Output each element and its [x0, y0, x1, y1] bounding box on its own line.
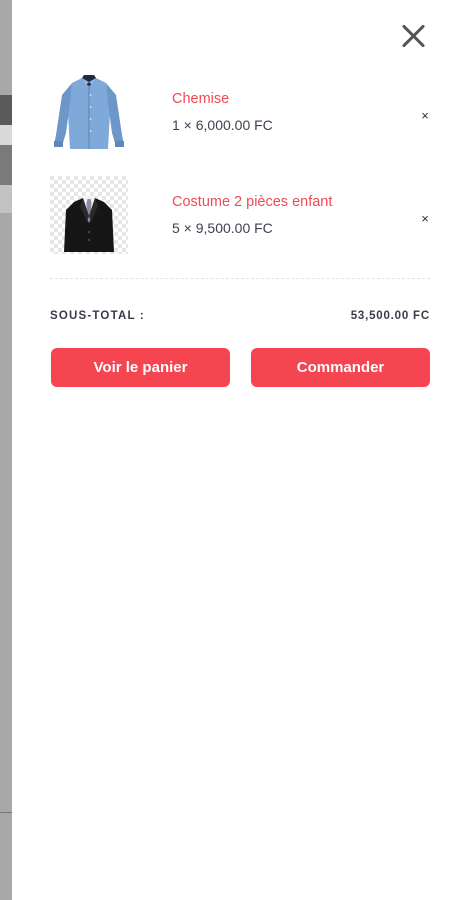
- close-icon[interactable]: [398, 20, 430, 52]
- cart-item: Costume 2 pièces enfant 5 × 9,500.00 FC …: [50, 176, 432, 256]
- subtotal-value: 53,500.00 FC: [350, 310, 430, 322]
- item-quantity-price: 1 × 6,000.00 FC: [172, 117, 273, 133]
- item-name[interactable]: Chemise: [172, 91, 229, 107]
- divider: [50, 278, 430, 279]
- remove-item-icon[interactable]: ×: [418, 109, 432, 123]
- backdrop-content: [0, 125, 12, 145]
- product-image-shirt[interactable]: [50, 73, 128, 151]
- backdrop-divider: [0, 812, 12, 813]
- view-cart-button[interactable]: Voir le panier: [51, 348, 230, 387]
- backdrop-content: [0, 185, 12, 213]
- subtotal-label: SOUS-TOTAL :: [50, 310, 145, 322]
- product-image-suit[interactable]: [50, 176, 128, 254]
- backdrop-content: [0, 95, 12, 125]
- cart-drawer: Chemise 1 × 6,000.00 FC × Costume 2 pièc…: [12, 0, 466, 900]
- page-backdrop: [0, 0, 12, 900]
- backdrop-content: [0, 145, 12, 185]
- checkout-button[interactable]: Commander: [251, 348, 430, 387]
- cart-item: Chemise 1 × 6,000.00 FC ×: [50, 73, 432, 153]
- item-quantity-price: 5 × 9,500.00 FC: [172, 220, 273, 236]
- item-name[interactable]: Costume 2 pièces enfant: [172, 194, 332, 210]
- remove-item-icon[interactable]: ×: [418, 212, 432, 226]
